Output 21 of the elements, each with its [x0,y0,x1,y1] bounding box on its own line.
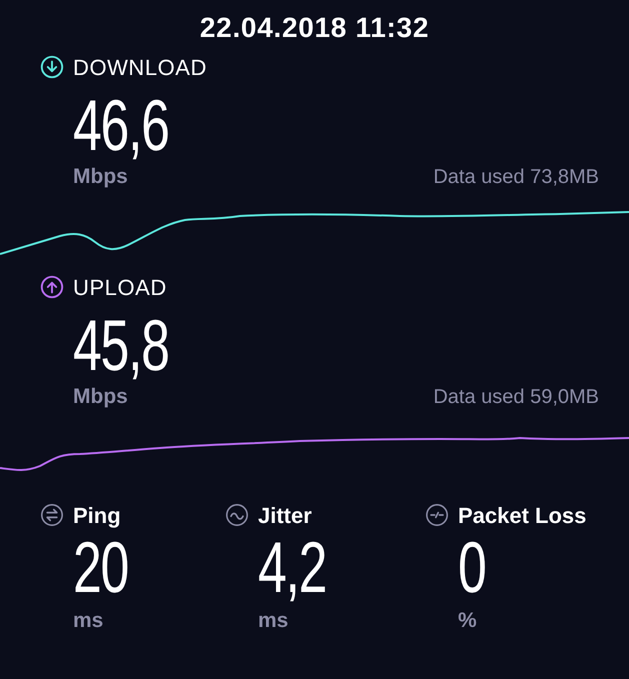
data-used-text: Data used 73,8MB [433,165,599,190]
data-used-text: Data used 59,0MB [433,385,599,410]
unit-label: ms [258,608,288,634]
dash-icon [425,503,449,527]
unit-label: Mbps [73,384,128,410]
unit-label: Mbps [73,164,128,190]
stat-value: 4,2 [258,532,326,604]
date-time-title: 22.04.2018 11:32 [198,11,430,45]
stat-value: 0 [458,532,486,604]
section-label: DOWNLOAD [73,54,207,82]
unit-label: ms [73,608,104,634]
speed-value: 46,6 [73,90,169,162]
stat-value: 20 [73,532,128,604]
arrows-icon [40,503,64,527]
speed-value: 45,8 [73,310,169,382]
section-label: UPLOAD [73,274,167,302]
unit-label: % [458,608,477,634]
stat-label: Ping [73,502,121,530]
wave-icon [225,503,249,527]
stat-label: Jitter [258,502,312,530]
stat-label: Packet Loss [458,502,586,530]
